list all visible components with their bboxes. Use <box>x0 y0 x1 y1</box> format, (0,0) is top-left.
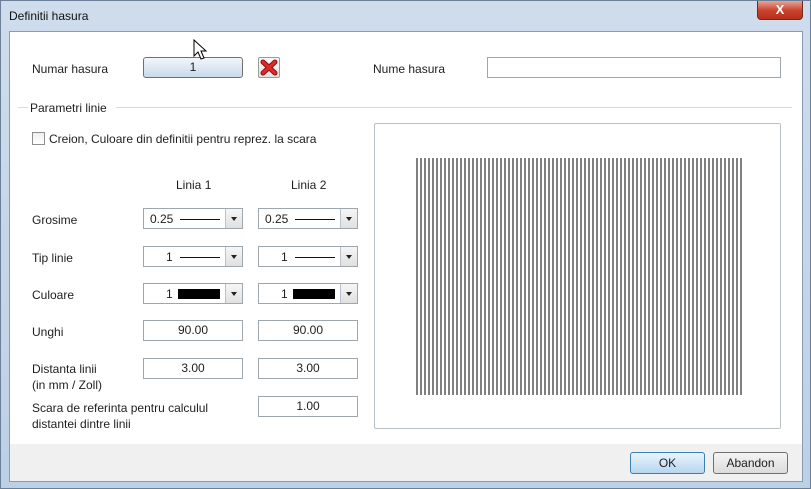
line-type-label: Tip linie <box>32 251 73 265</box>
thickness-line2-combo[interactable]: 0.25 <box>258 208 358 229</box>
title-bar: Definitii hasura X <box>1 1 810 31</box>
mouse-cursor-icon <box>193 39 208 60</box>
line-type-line2-combo[interactable]: 1 <box>258 246 358 267</box>
angle-line2-input[interactable]: 90.00 <box>258 320 358 341</box>
line2-column-header: Linia 2 <box>291 178 327 192</box>
thickness-line1-value: 0.25 <box>150 212 174 226</box>
hatch-name-label: Nume hasura <box>373 62 446 76</box>
hatch-number-label: Numar hasura <box>32 62 109 76</box>
line-sample <box>295 219 335 220</box>
dialog-footer: OK Abandon <box>10 444 802 481</box>
dialog-client-area: Numar hasura 1 Nume hasura Parametri lin… <box>9 31 803 482</box>
hatch-preview <box>374 123 781 429</box>
line-type-line1-value: 1 <box>166 250 173 264</box>
color-line1-combo[interactable]: 1 <box>143 283 243 304</box>
line-sample <box>180 257 220 258</box>
thickness-line1-combo[interactable]: 0.25 <box>143 208 243 229</box>
color-line2-value: 1 <box>281 287 288 301</box>
thickness-line2-value: 0.25 <box>265 212 289 226</box>
chevron-down-icon[interactable] <box>340 209 357 228</box>
angle-label: Unghi <box>32 325 64 339</box>
line-sample <box>180 219 220 220</box>
ref-scale-label: Scara de referinta pentru calculul <box>32 401 209 415</box>
line-type-line2-value: 1 <box>281 250 288 264</box>
cancel-button[interactable]: Abandon <box>713 452 788 474</box>
red-x-icon <box>260 59 278 76</box>
line-sample <box>295 257 335 258</box>
color-line2-combo[interactable]: 1 <box>258 283 358 304</box>
color-line1-value: 1 <box>166 287 173 301</box>
distance-unit-label: (in mm / Zoll) <box>32 378 102 392</box>
line-type-line1-combo[interactable]: 1 <box>143 246 243 267</box>
hatch-name-input[interactable] <box>487 57 781 78</box>
ref-scale-label-line2: distantei dintre linii <box>32 417 131 431</box>
thickness-label: Grosime <box>32 213 78 227</box>
window-title: Definitii hasura <box>9 9 89 23</box>
line-params-group-label: Parametri linie <box>30 101 107 115</box>
ref-scale-input[interactable]: 1.00 <box>258 396 358 417</box>
chevron-down-icon[interactable] <box>225 209 242 228</box>
line1-column-header: Linia 1 <box>176 178 212 192</box>
hatch-preview-canvas <box>416 158 742 395</box>
chevron-down-icon[interactable] <box>225 284 242 303</box>
color-label: Culoare <box>32 288 75 302</box>
use-definition-label: Creion, Culoare din definitii pentru rep… <box>49 132 317 146</box>
dialog-window: Definitii hasura X Numar hasura 1 Nume h… <box>0 0 811 489</box>
ok-button[interactable]: OK <box>630 452 705 474</box>
distance-line1-input[interactable]: 3.00 <box>143 358 243 379</box>
close-button[interactable]: X <box>757 1 803 20</box>
distance-label: Distanta linii <box>32 362 97 376</box>
delete-hatch-button[interactable] <box>258 57 280 78</box>
group-border-right <box>116 107 792 108</box>
close-icon: X <box>775 2 785 17</box>
chevron-down-icon[interactable] <box>340 284 357 303</box>
angle-line1-input[interactable]: 90.00 <box>143 320 243 341</box>
chevron-down-icon[interactable] <box>340 247 357 266</box>
chevron-down-icon[interactable] <box>225 247 242 266</box>
distance-line2-input[interactable]: 3.00 <box>258 358 358 379</box>
color-swatch <box>178 289 220 299</box>
use-definition-checkbox[interactable] <box>32 132 45 145</box>
color-swatch <box>293 289 335 299</box>
group-border-left <box>18 107 28 108</box>
